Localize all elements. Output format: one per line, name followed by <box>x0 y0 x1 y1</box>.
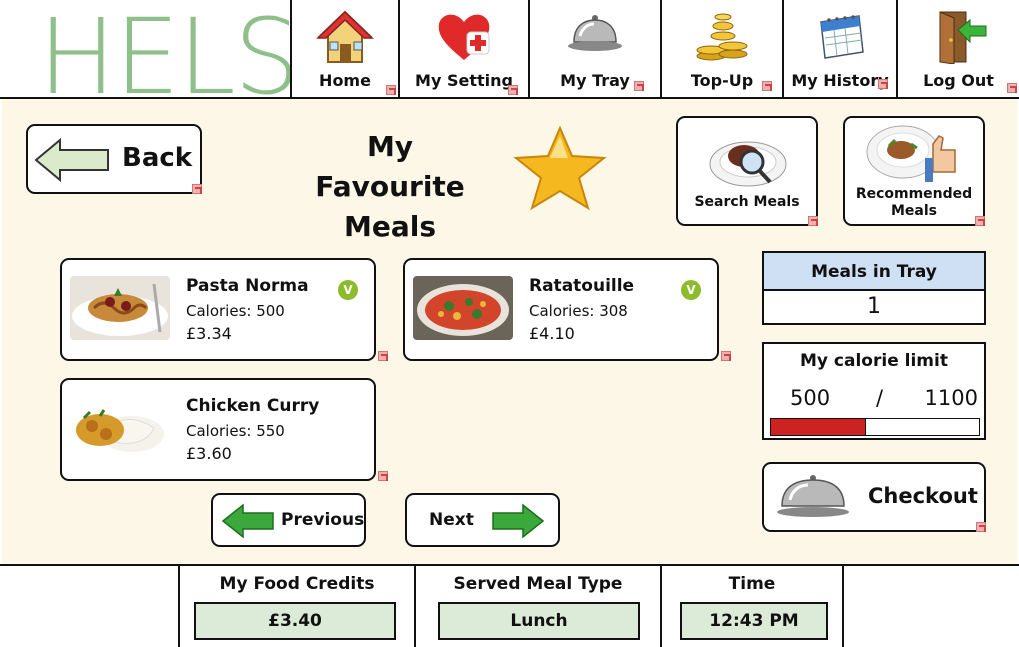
time-value: 12:43 PM <box>680 602 828 640</box>
meal-calories: Calories: 500 <box>186 302 285 320</box>
calorie-limit-value: 1100 <box>924 386 978 410</box>
link-indicator-icon <box>721 351 731 361</box>
meal-price: £4.10 <box>529 324 575 343</box>
link-indicator-icon <box>878 79 888 89</box>
previous-button-label: Previous <box>281 510 365 530</box>
calorie-limit-heading: My calorie limit <box>800 351 948 371</box>
recommended-meals-button[interactable]: Recommended Meals <box>843 116 985 226</box>
meal-calories: Calories: 550 <box>186 422 285 440</box>
meals-in-tray-heading: Meals in Tray <box>764 253 984 291</box>
link-indicator-icon <box>386 85 396 95</box>
meal-thumbs-up-icon <box>866 125 956 182</box>
meal-price: £3.34 <box>186 324 232 343</box>
page-title: My Favourite Meals <box>290 127 490 247</box>
calorie-limit-panel: My calorie limit 500 / 1100 <box>762 342 986 440</box>
chicken-curry-photo <box>70 396 170 460</box>
meals-in-tray-panel: Meals in Tray 1 <box>762 251 986 325</box>
checkout-button[interactable]: Checkout <box>762 462 986 532</box>
app-logo: HELS <box>2 0 300 118</box>
pasta-norma-photo <box>70 276 170 340</box>
coins-icon <box>696 13 748 61</box>
nav-my-tray[interactable]: My Tray <box>528 0 660 97</box>
meal-price: £3.60 <box>186 444 232 463</box>
calorie-progress-fill <box>771 419 866 435</box>
vegetarian-badge: V <box>681 280 701 300</box>
link-indicator-icon <box>508 85 518 95</box>
link-indicator-icon <box>1007 83 1017 93</box>
cloche-icon <box>568 15 622 51</box>
calorie-current: 500 <box>790 386 831 410</box>
link-indicator-icon <box>808 216 818 226</box>
food-credits-value: £3.40 <box>194 602 396 640</box>
nav-home[interactable]: Home <box>290 0 398 97</box>
meal-type-value: Lunch <box>438 602 640 640</box>
search-meals-label: Search Meals <box>694 194 800 210</box>
arrow-left-icon <box>34 138 109 182</box>
arrow-right-icon <box>492 503 545 539</box>
meal-type-cell: Served Meal Type Lunch <box>414 566 660 647</box>
top-navigation-bar: HELS Home My Setting My Tray Top-Up My H… <box>0 0 1019 118</box>
link-indicator-icon <box>378 471 388 481</box>
meals-in-tray-count: 1 <box>867 294 881 319</box>
meal-card-chicken-curry[interactable]: Chicken Curry Calories: 550 £3.60 <box>60 378 388 481</box>
arrow-left-icon <box>221 503 274 539</box>
meal-card-pasta-norma[interactable]: Pasta Norma Calories: 500 £3.34 V <box>60 258 388 361</box>
back-button-label: Back <box>122 143 193 173</box>
link-indicator-icon <box>634 81 644 91</box>
calendar-icon <box>820 15 864 59</box>
recommended-meals-label: Recommended Meals <box>849 186 979 220</box>
meal-name: Chicken Curry <box>186 396 320 416</box>
page-title-line2: Meals <box>343 210 436 243</box>
star-icon <box>513 125 607 210</box>
meal-calories: Calories: 308 <box>529 302 628 320</box>
door-exit-icon <box>939 11 986 64</box>
previous-button[interactable]: Previous <box>211 493 366 547</box>
meal-type-heading: Served Meal Type <box>453 574 623 594</box>
back-button[interactable]: Back <box>26 124 202 194</box>
food-credits-cell: My Food Credits £3.40 <box>178 566 414 647</box>
meal-search-icon <box>709 141 787 187</box>
food-credits-heading: My Food Credits <box>219 574 375 594</box>
status-footer: My Food Credits £3.40 Served Meal Type L… <box>0 564 1019 647</box>
calorie-progress-bar <box>770 418 980 436</box>
link-indicator-icon <box>192 184 202 194</box>
nav-home-label: Home <box>319 71 371 90</box>
recommended-meals-label-line1: Recommended <box>855 186 973 202</box>
link-indicator-icon <box>762 81 772 91</box>
recommended-meals-label-line2: Meals <box>890 203 937 219</box>
calorie-separator: / <box>876 386 884 410</box>
page-title-line1: My Favourite <box>315 130 465 203</box>
house-icon <box>316 10 374 63</box>
checkout-button-label: Checkout <box>868 484 978 508</box>
meal-name: Pasta Norma <box>186 276 309 296</box>
cloche-icon <box>777 475 849 517</box>
meal-card-ratatouille[interactable]: Ratatouille Calories: 308 £4.10 V <box>403 258 731 361</box>
ratatouille-photo <box>413 276 513 340</box>
link-indicator-icon <box>975 216 985 226</box>
time-heading: Time <box>728 574 776 594</box>
heart-plus-icon <box>438 14 490 60</box>
search-meals-button[interactable]: Search Meals <box>676 116 818 226</box>
nav-my-history[interactable]: My History <box>782 0 896 97</box>
next-button[interactable]: Next <box>405 493 560 547</box>
nav-log-out-label: Log Out <box>923 71 994 90</box>
link-indicator-icon <box>378 351 388 361</box>
vegetarian-badge: V <box>338 280 358 300</box>
link-indicator-icon <box>976 522 986 532</box>
time-cell: Time 12:43 PM <box>660 566 844 647</box>
meal-name: Ratatouille <box>529 276 635 296</box>
nav-top-up[interactable]: Top-Up <box>660 0 782 97</box>
next-button-label: Next <box>429 510 474 530</box>
nav-log-out[interactable]: Log Out <box>896 0 1019 97</box>
nav-my-setting[interactable]: My Setting <box>398 0 528 97</box>
